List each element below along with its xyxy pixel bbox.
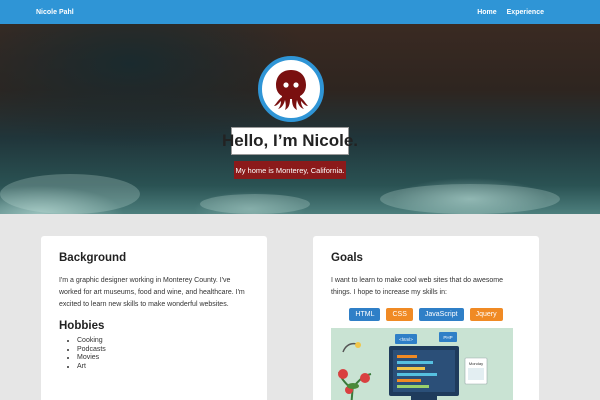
skill-badge-javascript: JavaScript — [418, 308, 464, 321]
skill-badge-jquery: Jquery — [469, 308, 503, 321]
hero-foam — [0, 174, 140, 214]
nav-links: Home Experience — [477, 9, 544, 16]
list-item: Movies — [77, 354, 249, 363]
calendar-label: Monday — [469, 361, 483, 366]
skill-badge-html: HTML — [349, 308, 381, 321]
background-card: Background I'm a graphic designer workin… — [41, 236, 267, 400]
hero-foam — [380, 184, 560, 214]
bubble-php-label: PHP — [443, 335, 452, 340]
site-brand[interactable]: Nicole Pahl — [36, 9, 74, 16]
list-item: Podcasts — [77, 346, 249, 355]
top-navbar: Nicole Pahl Home Experience — [0, 0, 600, 24]
nav-link-home[interactable]: Home — [477, 9, 496, 16]
hobbies-list: Cooking Podcasts Movies Art — [59, 337, 249, 371]
bubble-html-label: <html> — [399, 337, 413, 342]
nav-link-experience[interactable]: Experience — [507, 9, 544, 16]
workspace-illustration-svg: <html> PHP Monday — [338, 332, 488, 400]
goals-card: Goals I want to learn to make cool web s… — [313, 236, 539, 400]
subtitle-box: My home is Monterey, California. — [234, 161, 346, 179]
goals-title: Goals — [331, 252, 363, 264]
list-item: Art — [77, 363, 249, 372]
page-title: Hello, I’m Nicole. — [221, 131, 359, 150]
background-title: Background — [59, 252, 127, 264]
list-item: Cooking — [77, 337, 249, 346]
skill-badges: HTML CSS JavaScript Jquery — [331, 308, 521, 321]
hero-banner: Hello, I’m Nicole. My home is Monterey, … — [0, 24, 600, 214]
goals-text: I want to learn to make cool web sites t… — [331, 277, 503, 296]
greeting-box: Hello, I’m Nicole. — [222, 127, 358, 155]
octopus-icon — [274, 70, 308, 110]
skill-badge-css: CSS — [386, 308, 413, 321]
lamp-icon — [342, 342, 358, 353]
hero-foam — [200, 194, 310, 214]
workspace-illustration: <html> PHP Monday — [331, 328, 513, 400]
hobbies-title: Hobbies — [59, 320, 105, 332]
background-text: I'm a graphic designer working in Monter… — [59, 277, 245, 308]
avatar — [258, 56, 324, 122]
hero-subtitle: My home is Monterey, California. — [235, 165, 345, 175]
